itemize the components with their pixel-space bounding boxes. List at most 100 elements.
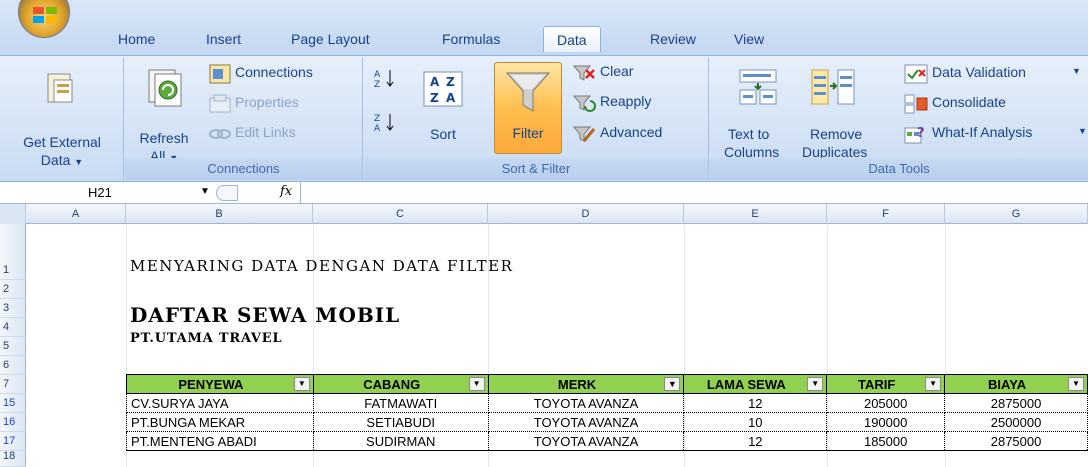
header-merk: MERK ▼ [487,374,685,394]
column-header-d[interactable]: D [488,204,684,224]
row-header-6[interactable]: 6 [0,356,26,375]
select-all-corner[interactable] [0,204,26,224]
column-header-b[interactable]: B [126,204,313,224]
get-external-label-2: Data ▼ [40,152,84,168]
group-connections: Refresh All ▼ Connections Properties Edi… [125,58,363,180]
cell-cabang[interactable]: SETIABUDI [312,412,489,432]
filter-dropdown-icon[interactable]: ▼ [293,377,310,391]
cell-tarif[interactable]: 185000 [826,431,946,451]
tab-page-layout[interactable]: Page Layout [285,26,376,52]
cell-biaya[interactable]: 2875000 [944,431,1088,451]
row-header-3[interactable]: 3 [0,299,26,318]
cell-tarif[interactable]: 190000 [826,412,946,432]
filter-dropdown-icon[interactable]: ▼ [807,377,824,391]
svg-text:Z: Z [430,91,439,105]
row-header-16[interactable]: 16 [0,413,26,432]
cell-penyewa[interactable]: PT.MENTENG ABADI [126,431,314,451]
row-header-4[interactable]: 4 [0,318,26,337]
sort-ascending-button[interactable]: A Z [372,66,400,90]
tab-data[interactable]: Data [543,26,601,52]
edit-links-label: Edit Links [235,124,296,140]
sort-label: Sort [430,126,456,142]
cell-lama-sewa[interactable]: 10 [683,412,828,432]
header-penyewa: PENYEWA ▼ [126,374,314,394]
cell-cabang[interactable]: FATMAWATI [312,393,489,413]
text-to-columns-icon [739,69,777,105]
insert-function-icon[interactable]: fx [280,184,292,199]
clear-filter-icon [572,65,595,81]
list-title: DAFTAR SEWA MOBIL [130,303,401,327]
formula-input[interactable] [300,182,1088,204]
cell-merk[interactable]: TOYOTA AVANZA [487,393,685,413]
filter-active-icon[interactable]: ▼ [664,377,681,391]
advanced-filter-icon [572,126,596,142]
connections-label: Connections [235,64,313,80]
cell-lama-sewa[interactable]: 12 [683,431,828,451]
refresh-all-button[interactable]: Refresh All ▼ [135,62,195,164]
svg-text:Z: Z [374,114,380,124]
clear-label: Clear [600,63,634,79]
cell-penyewa[interactable]: PT.BUNGA MEKAR [126,412,314,432]
connections-icon [209,64,231,84]
sort-descending-icon: Z A [374,114,394,132]
column-header-c[interactable]: C [313,204,488,224]
cell-tarif[interactable]: 205000 [826,393,946,413]
svg-text:?: ? [917,126,925,141]
text-to-columns-label-1: Text to [728,126,770,142]
column-header-g[interactable]: G [945,204,1088,224]
row-headers: 1 2 3 4 5 6 7 15 16 17 18 [0,224,26,467]
what-if-analysis-button[interactable]: ? What-If Analysis ▼ [904,123,1088,145]
filter-dropdown-icon[interactable]: ▼ [925,377,942,391]
cell-biaya[interactable]: 2875000 [944,393,1088,413]
cell-biaya[interactable]: 2500000 [944,412,1088,432]
remove-duplicates-button[interactable]: Remove Duplicates [796,62,896,160]
text-to-columns-button[interactable]: Text to Columns [718,62,800,160]
name-box-dropdown-icon[interactable]: ▼ [200,186,210,197]
data-validation-label: Data Validation [932,64,1026,80]
sort-ascending-icon: A Z [374,70,394,88]
svg-text:A: A [446,91,456,105]
cell-cabang[interactable]: SUDIRMAN [312,431,489,451]
row-header-1[interactable]: 1 [0,261,26,280]
cell-merk[interactable]: TOYOTA AVANZA [487,431,685,451]
sheet-heading: MENYARING DATA DENGAN DATA FILTER [130,257,514,275]
row-header-18[interactable]: 18 [0,451,26,467]
row-header-5[interactable]: 5 [0,337,26,356]
tab-review[interactable]: Review [644,26,702,52]
column-header-e[interactable]: E [684,204,827,224]
sort-dialog-icon: A Z Z A [423,71,463,107]
row-header-2[interactable]: 2 [0,280,26,299]
row-header-15[interactable]: 15 [0,394,26,413]
cell-lama-sewa[interactable]: 12 [683,393,828,413]
column-header-f[interactable]: F [827,204,945,224]
what-if-dropdown-icon: ▼ [1078,126,1087,136]
svg-text:Z: Z [446,75,455,89]
sort-button[interactable]: A Z Z A Sort [412,62,474,158]
svg-text:A: A [374,70,381,80]
sort-descending-button[interactable]: Z A [372,110,400,134]
group-data-tools: Text to Columns Remove Duplicates Data V… [710,58,1088,180]
row-header-17[interactable]: 17 [0,432,26,451]
table-row: PT.BUNGA MEKAR SETIABUDI TOYOTA AVANZA 1… [126,412,1088,432]
filter-dropdown-icon[interactable]: ▼ [468,377,485,391]
tab-home[interactable]: Home [112,26,161,52]
filter-button[interactable]: Filter [494,62,562,154]
row-header-7[interactable]: 7 [0,375,26,394]
tab-formulas[interactable]: Formulas [436,26,506,52]
name-box[interactable]: H21 ▼ [0,182,210,204]
advanced-label: Advanced [600,124,663,140]
filter-dropdown-icon[interactable]: ▼ [1068,377,1084,391]
formula-bar-splitter[interactable] [216,185,238,201]
properties-label: Properties [235,94,299,110]
table-row: PT.MENTENG ABADI SUDIRMAN TOYOTA AVANZA … [126,431,1088,451]
cell-merk[interactable]: TOYOTA AVANZA [487,412,685,432]
tab-view[interactable]: View [728,26,770,52]
data-validation-button[interactable]: Data Validation ▼ [904,63,1088,85]
group-get-external-data: Get External Data ▼ [0,58,124,180]
properties-icon [209,94,231,113]
name-box-value: H21 [88,185,112,200]
cell-penyewa[interactable]: CV.SURYA JAYA [126,393,314,413]
tab-insert[interactable]: Insert [200,26,247,52]
header-tarif: TARIF ▼ [826,374,946,394]
column-header-a[interactable]: A [26,204,126,224]
